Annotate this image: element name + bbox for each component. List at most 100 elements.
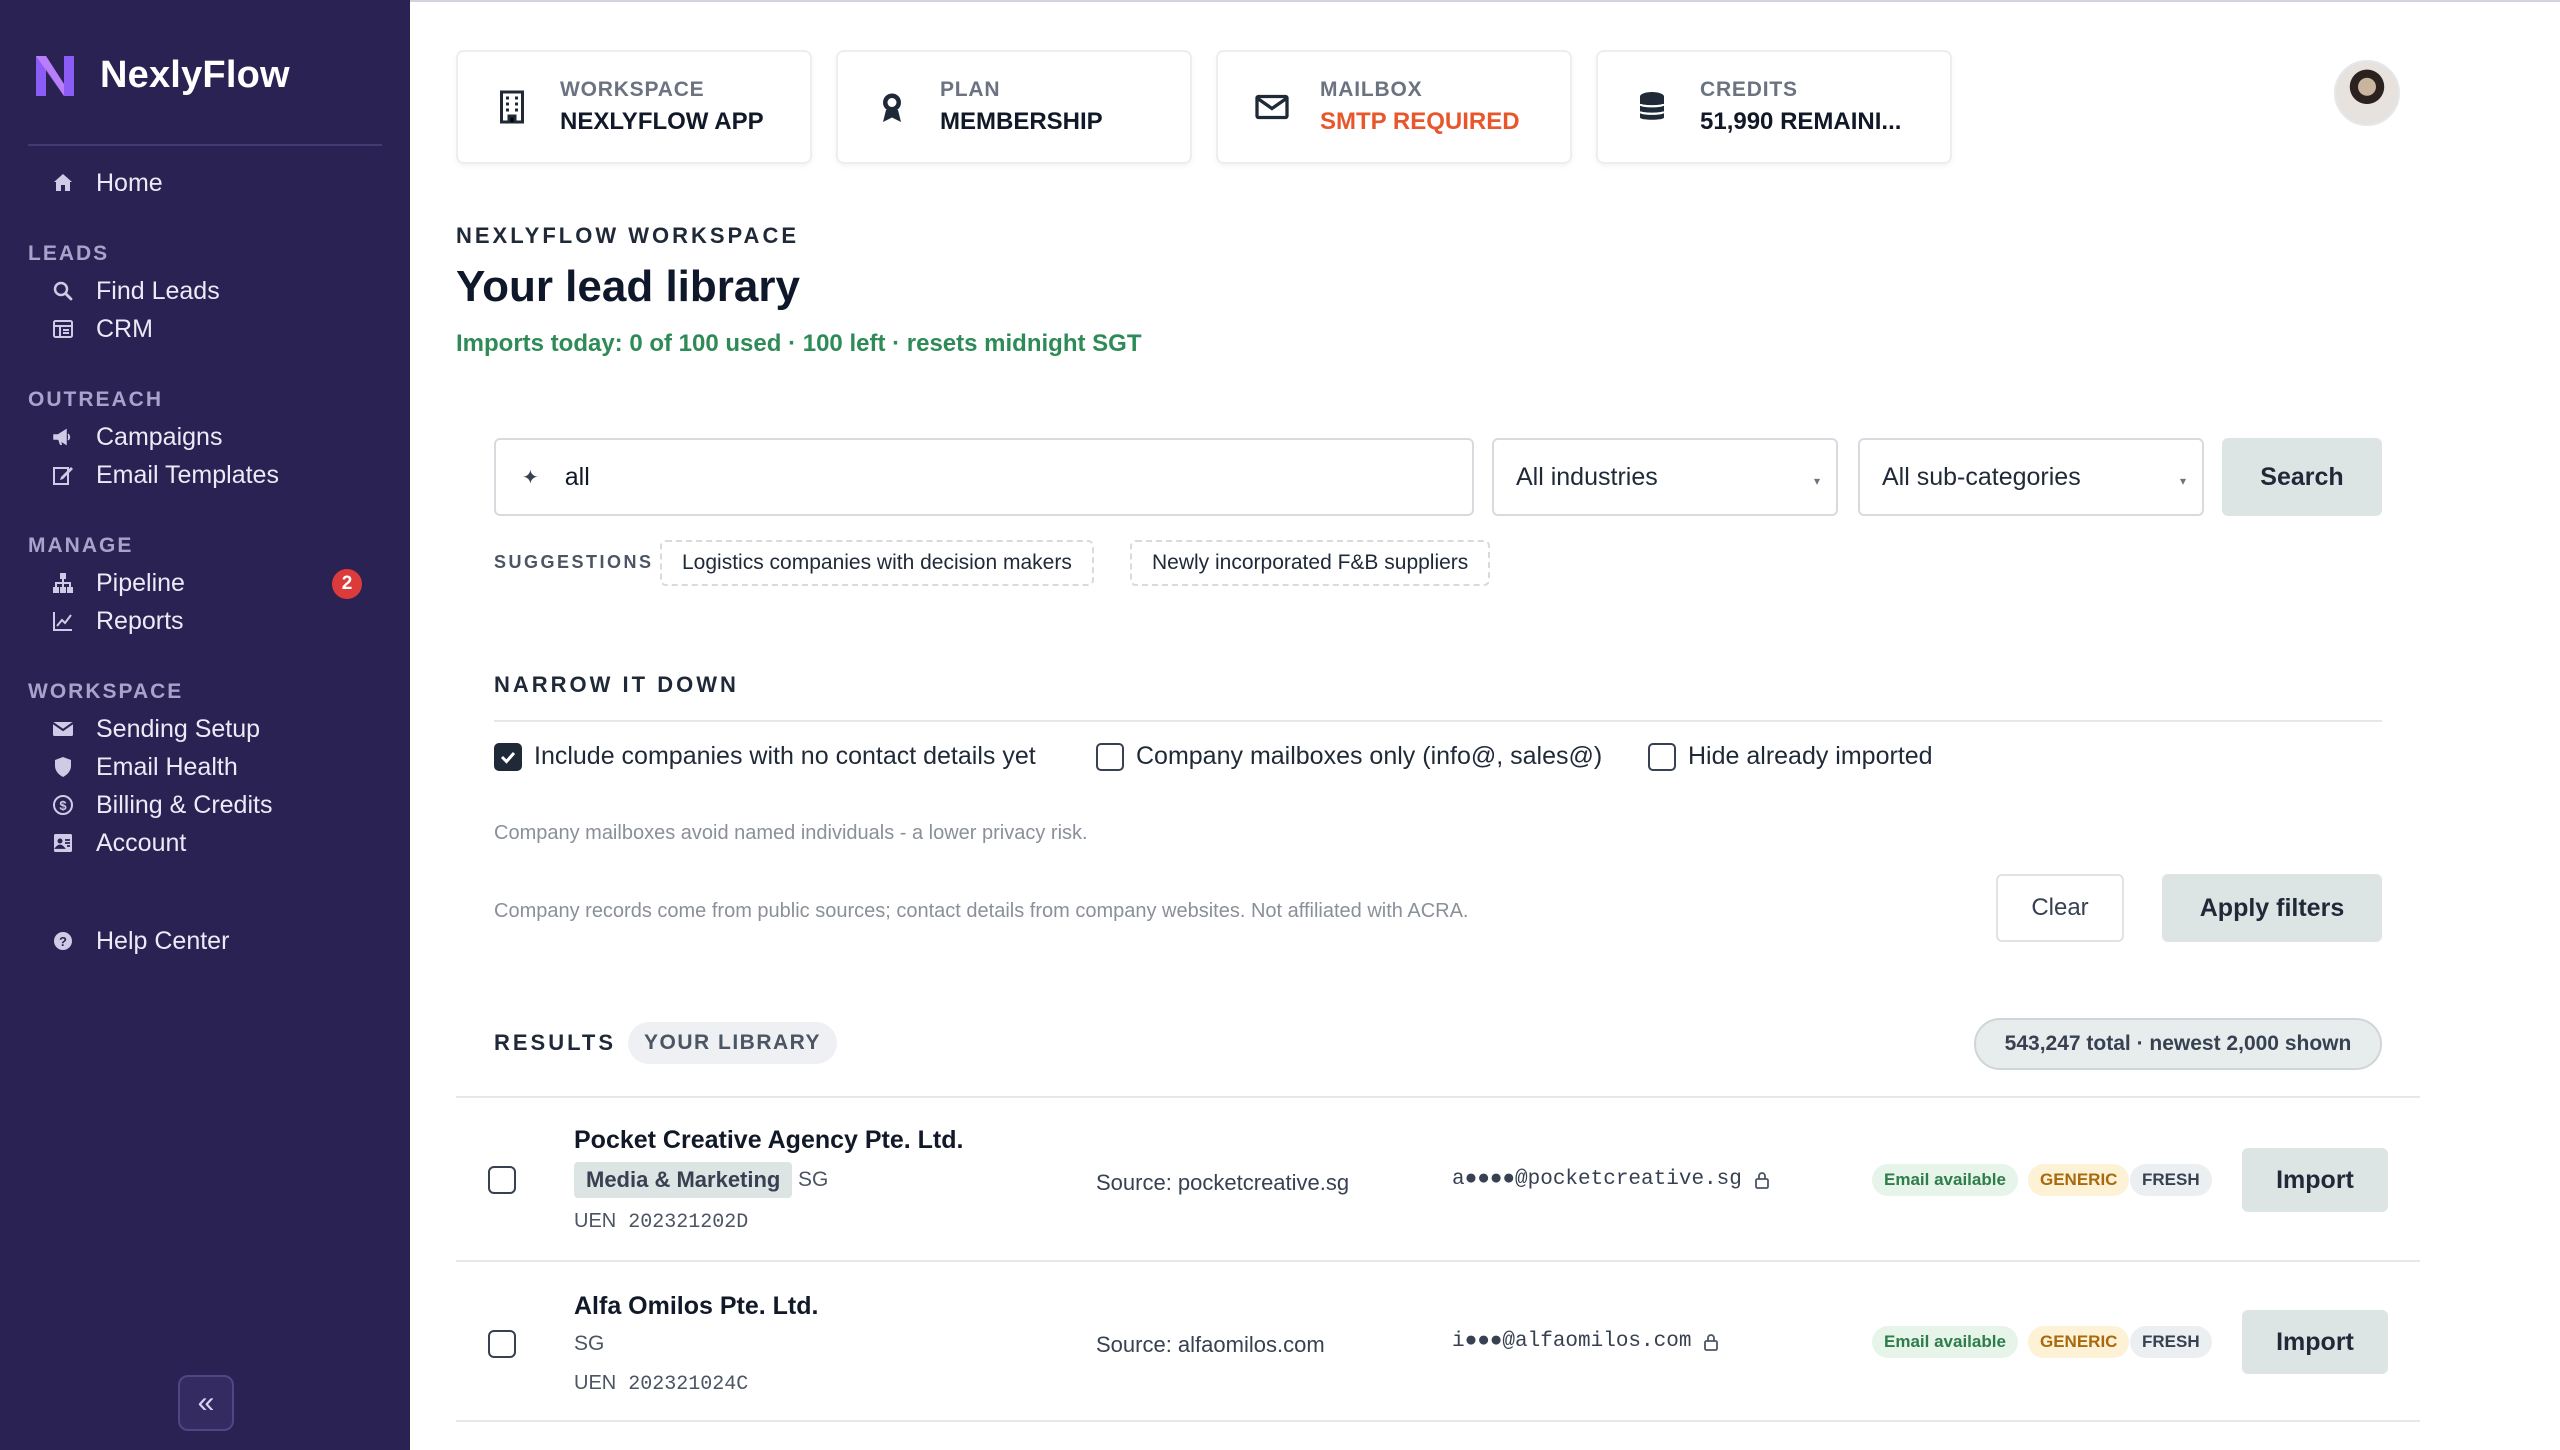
- mailbox-card[interactable]: MAILBOX SMTP REQUIRED: [1216, 50, 1572, 164]
- results-heading: RESULTS: [494, 1030, 617, 1055]
- sidebar-item-pipeline[interactable]: Pipeline 2: [0, 564, 410, 602]
- sidebar-item-sending-setup[interactable]: Sending Setup: [0, 710, 410, 748]
- sidebar-item-label: Pipeline: [96, 568, 185, 597]
- tab-your-library[interactable]: YOUR LIBRARY: [628, 1022, 838, 1064]
- dollar-circle-icon: $: [50, 792, 76, 818]
- sidebar-item-label: Account: [96, 828, 187, 857]
- workspace-card[interactable]: WORKSPACE NEXLYFLOW APP: [456, 50, 812, 164]
- industry-tag: Media & Marketing: [574, 1162, 793, 1198]
- import-button[interactable]: Import: [2242, 1310, 2388, 1374]
- filter-option-label: Include companies with no contact detail…: [534, 742, 1036, 770]
- import-button[interactable]: Import: [2242, 1148, 2388, 1212]
- sidebar-item-label: CRM: [96, 314, 153, 343]
- filter-company-mailbox-checkbox[interactable]: Company mailboxes only (info@, sales@): [1096, 742, 1602, 771]
- sidebar-item-label: Help Center: [96, 926, 230, 955]
- building-icon: [492, 87, 532, 127]
- sidebar-item-campaigns[interactable]: Campaigns: [0, 418, 410, 456]
- plan-card[interactable]: PLAN MEMBERSHIP: [836, 50, 1192, 164]
- sidebar-item-email-health[interactable]: Email Health: [0, 748, 410, 786]
- envelope-icon: [50, 716, 76, 742]
- source-disclaimer: Company records come from public sources…: [494, 900, 1469, 922]
- checkbox-icon[interactable]: [1096, 742, 1124, 771]
- sidebar-section-workspace: WORKSPACE: [28, 680, 184, 703]
- sidebar-item-account[interactable]: Account: [0, 824, 410, 862]
- workspace-value: NEXLYFLOW APP: [560, 108, 764, 135]
- company-name[interactable]: Pocket Creative Agency Pte. Ltd.: [574, 1126, 963, 1155]
- sparkle-icon: ✦: [522, 466, 539, 489]
- sitemap-icon: [50, 570, 76, 596]
- shield-icon: [50, 754, 76, 780]
- apply-filters-button[interactable]: Apply filters: [2162, 874, 2382, 942]
- search-field[interactable]: ✦: [494, 438, 1474, 516]
- uen-number: UEN 202321202D: [574, 1210, 748, 1234]
- sidebar-section-outreach: OUTREACH: [28, 388, 163, 411]
- sidebar-section-leads: LEADS: [28, 242, 110, 265]
- sidebar: NexlyFlow Home LEADS Find Leads CRM OUTR…: [0, 0, 410, 1450]
- masked-email: i●●●@alfaomilos.com: [1452, 1330, 1719, 1353]
- megaphone-icon: [50, 424, 76, 450]
- sidebar-item-home[interactable]: Home: [0, 164, 410, 202]
- brand[interactable]: NexlyFlow: [32, 50, 290, 100]
- checkbox-checked-icon[interactable]: [494, 742, 522, 771]
- subcategory-select-value: All sub-categories: [1882, 462, 2081, 491]
- table-row: Alfa Omilos Pte. Ltd. SG UEN 202321024C …: [456, 1260, 2420, 1422]
- nexlyflow-logo-icon: [36, 56, 74, 96]
- company-name[interactable]: Alfa Omilos Pte. Ltd.: [574, 1292, 818, 1321]
- sidebar-item-label: Email Templates: [96, 460, 279, 489]
- collapse-sidebar-button[interactable]: «: [178, 1375, 234, 1431]
- results-total-badge: 543,247 total · newest 2,000 shown: [1974, 1018, 2382, 1070]
- suggestion-chip[interactable]: Logistics companies with decision makers: [660, 540, 1094, 586]
- sidebar-item-crm[interactable]: CRM: [0, 310, 410, 348]
- masked-email-text: a●●●●@pocketcreative.sg: [1452, 1168, 1742, 1191]
- sidebar-section-manage: MANAGE: [28, 534, 134, 557]
- template-edit-icon: [50, 462, 76, 488]
- row-select-checkbox[interactable]: [488, 1330, 516, 1358]
- row-select-checkbox[interactable]: [488, 1166, 516, 1194]
- fresh-badge: FRESH: [2130, 1164, 2212, 1196]
- search-input[interactable]: [564, 462, 1445, 492]
- sidebar-item-billing[interactable]: $ Billing & Credits: [0, 786, 410, 824]
- sidebar-item-label: Sending Setup: [96, 714, 261, 743]
- subcategory-select[interactable]: All sub-categories ▾: [1858, 438, 2204, 516]
- plan-label: PLAN: [940, 78, 1001, 101]
- sidebar-item-help-center[interactable]: ? Help Center: [0, 922, 410, 960]
- filters-heading: NARROW IT DOWN: [494, 672, 739, 697]
- sidebar-item-email-templates[interactable]: Email Templates: [0, 456, 410, 494]
- filter-no-contact-checkbox[interactable]: Include companies with no contact detail…: [494, 742, 1036, 771]
- filter-hide-imported-checkbox[interactable]: Hide already imported: [1648, 742, 1933, 771]
- generic-badge: GENERIC: [2028, 1164, 2130, 1196]
- search-button[interactable]: Search: [2222, 438, 2382, 516]
- sidebar-item-label: Email Health: [96, 752, 238, 781]
- industry-select[interactable]: All industries ▾: [1492, 438, 1838, 516]
- fresh-badge: FRESH: [2130, 1326, 2212, 1358]
- checkbox-icon[interactable]: [1648, 742, 1676, 771]
- credits-card[interactable]: CREDITS 51,990 REMAINI...: [1596, 50, 1952, 164]
- sidebar-item-label: Billing & Credits: [96, 790, 273, 819]
- source-domain: Source: alfaomilos.com: [1096, 1332, 1325, 1357]
- crm-icon: [50, 316, 76, 342]
- sidebar-item-label: Campaigns: [96, 422, 223, 451]
- page-title: Your lead library: [456, 262, 800, 311]
- filter-option-label: Company mailboxes only (info@, sales@): [1136, 742, 1603, 770]
- user-avatar[interactable]: [2334, 60, 2400, 126]
- suggestion-chip[interactable]: Newly incorporated F&B suppliers: [1130, 540, 1491, 586]
- industry-select-value: All industries: [1516, 462, 1658, 491]
- clear-filters-button[interactable]: Clear: [1996, 874, 2124, 942]
- country-code: SG: [574, 1332, 605, 1355]
- credits-value: 51,990 REMAINI...: [1700, 108, 1902, 135]
- privacy-note: Company mailboxes avoid named individual…: [494, 822, 1088, 844]
- mailbox-status: SMTP REQUIRED: [1320, 108, 1520, 135]
- home-icon: [50, 170, 76, 196]
- svg-text:$: $: [59, 798, 67, 813]
- table-row: Pocket Creative Agency Pte. Ltd. Media &…: [456, 1096, 2420, 1260]
- sidebar-item-find-leads[interactable]: Find Leads: [0, 272, 410, 310]
- lock-icon: [1754, 1171, 1769, 1189]
- email-available-badge: Email available: [1872, 1326, 2018, 1358]
- filters-divider: [494, 720, 2382, 722]
- sidebar-item-reports[interactable]: Reports: [0, 602, 410, 640]
- generic-badge: GENERIC: [2028, 1326, 2130, 1358]
- uen-label: UEN: [574, 1372, 617, 1394]
- plan-value: MEMBERSHIP: [940, 108, 1103, 135]
- search-icon: [50, 278, 76, 304]
- award-icon: [872, 87, 912, 127]
